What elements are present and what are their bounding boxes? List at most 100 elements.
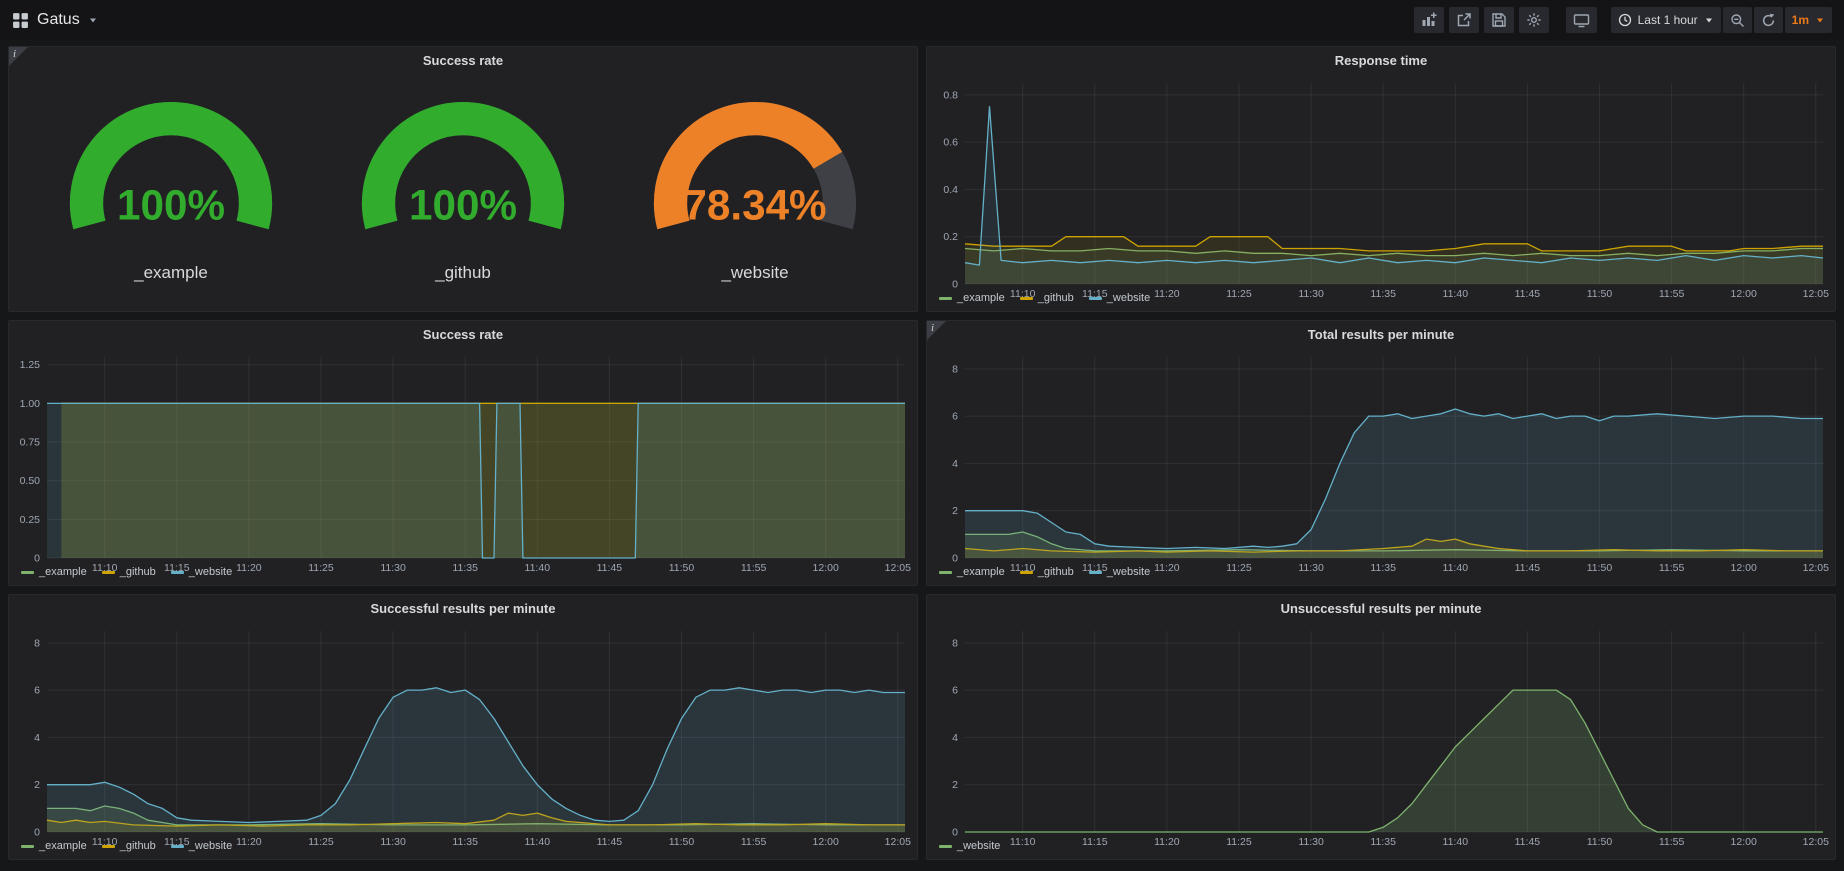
navbar-right: Last 1 hour 1m (1414, 7, 1832, 33)
panel-info-icon[interactable]: i (927, 321, 949, 343)
legend-series-label: _github (1038, 292, 1074, 304)
svg-text:2: 2 (952, 779, 958, 791)
panel-header: Unsuccessful results per minute (927, 595, 1835, 621)
nav-actions (1414, 7, 1597, 33)
legend-series-label: _example (957, 292, 1005, 304)
legend-series-label: _website (1107, 292, 1150, 304)
legend-item-github[interactable]: _github (102, 840, 156, 852)
legend-series-label: _example (39, 566, 87, 578)
legend-item-website[interactable]: _website (939, 840, 1000, 852)
zoom-out-icon (1730, 13, 1745, 28)
refresh-interval-picker[interactable]: 1m (1785, 7, 1832, 33)
svg-text:0: 0 (952, 553, 958, 565)
apps-grid-icon[interactable] (12, 12, 29, 29)
svg-text:4: 4 (34, 732, 40, 744)
dashboard-settings-button[interactable] (1519, 7, 1549, 33)
zoom-out-button[interactable] (1723, 7, 1752, 33)
unsuccessful-results-chart[interactable]: 11:1011:1511:2011:2511:3011:3511:4011:45… (927, 621, 1835, 838)
panel-title[interactable]: Total results per minute (1308, 327, 1454, 342)
panel-title[interactable]: Successful results per minute (371, 601, 556, 616)
dashboard-grid: i Success rate 100%_example100%_github78… (0, 40, 1844, 866)
tv-icon (1573, 12, 1590, 28)
share-dashboard-button[interactable] (1449, 7, 1479, 33)
legend-series-marker (1089, 297, 1102, 300)
chart-legend: _example _github _website (927, 564, 1835, 585)
cycle-view-mode-button[interactable] (1566, 7, 1597, 33)
svg-text:0: 0 (34, 553, 40, 565)
svg-text:6: 6 (34, 685, 40, 697)
panel-title[interactable]: Success rate (423, 327, 503, 342)
dashboard-title[interactable]: Gatus (37, 11, 80, 29)
legend-item-website[interactable]: _website (171, 566, 232, 578)
response-time-chart[interactable]: 11:1011:1511:2011:2511:3011:3511:4011:45… (927, 73, 1835, 290)
add-panel-button[interactable] (1414, 7, 1444, 33)
gauge-website: 78.34% _website (609, 93, 901, 284)
svg-text:78.34%: 78.34% (683, 181, 826, 228)
chevron-down-icon (88, 15, 98, 25)
panel-total-results: i Total results per minute 11:1011:1511:… (926, 320, 1836, 586)
panel-header: Success rate (9, 47, 917, 73)
svg-text:2: 2 (34, 779, 40, 791)
gauge-label: _github (435, 263, 491, 283)
panel-response-time: i Response time 11:1011:1511:2011:2511:3… (926, 46, 1836, 312)
gauge-example: 100%_example (25, 93, 317, 284)
legend-item-website[interactable]: _website (1089, 292, 1150, 304)
refresh-button[interactable] (1754, 7, 1783, 33)
legend-series-label: _github (120, 566, 156, 578)
legend-series-marker (939, 845, 952, 848)
successful-results-chart[interactable]: 11:1011:1511:2011:2511:3011:3511:4011:45… (9, 621, 917, 838)
svg-text:6: 6 (952, 685, 958, 697)
gauge-arc: 100% (335, 93, 591, 262)
save-dashboard-button[interactable] (1484, 7, 1514, 33)
chart-legend: _website (927, 838, 1835, 859)
legend-series-label: _github (1038, 566, 1074, 578)
legend-item-github[interactable]: _github (1020, 292, 1074, 304)
chevron-down-icon (1704, 15, 1714, 25)
chevron-down-icon (1815, 15, 1825, 25)
legend-item-example[interactable]: _example (21, 566, 87, 578)
panel-header: Total results per minute (927, 321, 1835, 347)
panel-title[interactable]: Unsuccessful results per minute (1281, 601, 1482, 616)
panel-title[interactable]: Success rate (423, 53, 503, 68)
total-results-chart[interactable]: 11:1011:1511:2011:2511:3011:3511:4011:45… (927, 347, 1835, 564)
legend-series-marker (102, 571, 115, 574)
gauge-arc: 100% (43, 93, 299, 262)
chart-legend: _example _github _website (9, 564, 917, 585)
legend-series-label: _example (39, 840, 87, 852)
time-range-picker[interactable]: Last 1 hour (1611, 7, 1721, 33)
legend-series-label: _example (957, 566, 1005, 578)
legend-item-github[interactable]: _github (1020, 566, 1074, 578)
legend-series-marker (171, 571, 184, 574)
legend-item-example[interactable]: _example (939, 292, 1005, 304)
info-letter: i (931, 322, 934, 334)
gauge-label: _website (721, 263, 788, 283)
legend-item-example[interactable]: _example (939, 566, 1005, 578)
panel-title[interactable]: Response time (1335, 53, 1427, 68)
legend-item-website[interactable]: _website (171, 840, 232, 852)
legend-item-example[interactable]: _example (21, 840, 87, 852)
legend-item-website[interactable]: _website (1089, 566, 1150, 578)
panel-header: Response time (927, 47, 1835, 73)
svg-text:0.6: 0.6 (943, 137, 958, 149)
time-range-label: Last 1 hour (1638, 13, 1698, 27)
svg-text:0.4: 0.4 (943, 184, 958, 196)
svg-text:1.25: 1.25 (20, 359, 41, 371)
clock-icon (1618, 13, 1632, 27)
panel-header: Success rate (9, 321, 917, 347)
legend-item-github[interactable]: _github (102, 566, 156, 578)
svg-text:8: 8 (952, 637, 958, 649)
panel-success-rate-gauges: i Success rate 100%_example100%_github78… (8, 46, 918, 312)
gauge-github: 100% _github (317, 93, 609, 284)
legend-series-marker (939, 571, 952, 574)
svg-text:100%: 100% (409, 181, 517, 228)
legend-series-label: _website (957, 840, 1000, 852)
gear-icon (1526, 12, 1542, 28)
success-rate-chart[interactable]: 11:1011:1511:2011:2511:3011:3511:4011:45… (9, 347, 917, 564)
svg-text:1.00: 1.00 (20, 398, 41, 410)
info-letter: i (13, 48, 16, 60)
svg-text:0: 0 (952, 827, 958, 839)
panel-info-icon[interactable]: i (9, 47, 31, 69)
svg-text:0.25: 0.25 (20, 514, 41, 526)
svg-text:0.8: 0.8 (943, 89, 958, 101)
legend-series-label: _website (189, 566, 232, 578)
